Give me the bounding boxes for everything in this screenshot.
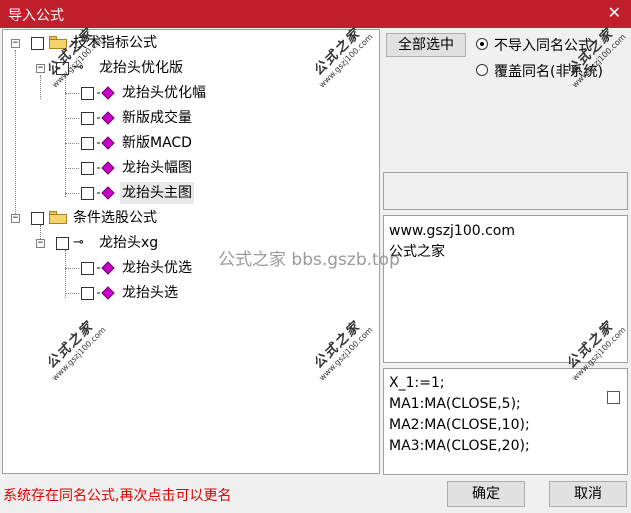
status-message: 系统存在同名公式,再次点击可以更名: [3, 488, 232, 504]
node-checkbox[interactable]: [81, 112, 94, 125]
collapse-icon[interactable]: −: [11, 214, 20, 223]
tree-leaf[interactable]: 龙抬头优选: [3, 257, 373, 279]
node-label: 技术指标公式: [73, 35, 157, 51]
node-checkbox[interactable]: [56, 62, 69, 75]
formula-diamond-icon: [97, 161, 115, 175]
node-checkbox[interactable]: [81, 137, 94, 150]
tree-leaf[interactable]: 龙抬头选: [3, 282, 373, 304]
description-line: www.gszj100.com: [389, 223, 516, 239]
folder-icon: [49, 36, 67, 49]
code-line: X_1:=1;: [389, 375, 445, 391]
node-label: 龙抬头优化版: [99, 60, 183, 76]
code-line: MA1:MA(CLOSE,5);: [389, 396, 521, 412]
code-line: MA2:MA(CLOSE,10);: [389, 417, 530, 433]
collapse-icon[interactable]: −: [36, 64, 45, 73]
no-import-label: 不导入同名公式: [494, 38, 592, 54]
node-checkbox[interactable]: [31, 37, 44, 50]
tree-node-formula-group[interactable]: − ⊸ 龙抬头优化版: [3, 57, 373, 79]
node-checkbox[interactable]: [81, 287, 94, 300]
formula-diamond-icon: [97, 136, 115, 150]
code-checkbox[interactable]: [607, 391, 620, 404]
tree-node-category[interactable]: − 技术指标公式: [3, 32, 373, 54]
node-label: 龙抬头主图: [120, 182, 194, 204]
window-title: 导入公式: [8, 8, 64, 24]
node-label: 龙抬头优选: [122, 260, 192, 276]
formula-diamond-icon: [97, 286, 115, 300]
node-checkbox[interactable]: [81, 162, 94, 175]
node-label: 龙抬头优化幅: [122, 85, 206, 101]
tree-node-formula-group[interactable]: − ⊸ 龙抬头xg: [3, 232, 373, 254]
node-label: 条件选股公式: [73, 210, 157, 226]
cancel-button[interactable]: 取消: [549, 481, 627, 507]
collapse-icon[interactable]: −: [11, 39, 20, 48]
overwrite-label: 覆盖同名(非系统): [494, 64, 603, 80]
tree-leaf[interactable]: 龙抬头幅图: [3, 157, 373, 179]
tree-leaf[interactable]: 龙抬头优化幅: [3, 82, 373, 104]
node-checkbox[interactable]: [31, 212, 44, 225]
select-all-button[interactable]: 全部选中: [386, 33, 466, 57]
title-bar: 导入公式 ✕: [0, 0, 631, 28]
node-checkbox[interactable]: [81, 187, 94, 200]
node-checkbox[interactable]: [81, 262, 94, 275]
node-label: 龙抬头xg: [99, 235, 159, 251]
no-import-radio[interactable]: [476, 38, 488, 50]
node-checkbox[interactable]: [81, 87, 94, 100]
node-label: 龙抬头幅图: [122, 160, 192, 176]
tree-leaf[interactable]: 新版成交量: [3, 107, 373, 129]
node-label: 新版MACD: [122, 135, 192, 151]
formula-diamond-icon: [97, 261, 115, 275]
collapse-icon[interactable]: −: [36, 239, 45, 248]
code-panel[interactable]: X_1:=1; MA1:MA(CLOSE,5); MA2:MA(CLOSE,10…: [383, 368, 628, 475]
info-area: [383, 172, 628, 210]
node-checkbox[interactable]: [56, 237, 69, 250]
close-icon[interactable]: ✕: [608, 3, 621, 22]
formula-diamond-icon: [97, 86, 115, 100]
formula-tree[interactable]: − 技术指标公式 − ⊸ 龙抬头优化版 龙抬头优化幅 新版成交量 新版MACD …: [2, 29, 380, 474]
folder-icon: [49, 211, 67, 224]
description-panel[interactable]: www.gszj100.com 公式之家: [383, 215, 628, 363]
description-line: 公式之家: [389, 244, 445, 260]
code-line: MA3:MA(CLOSE,20);: [389, 438, 530, 454]
ok-button[interactable]: 确定: [447, 481, 525, 507]
tree-leaf-selected[interactable]: 龙抬头主图: [3, 182, 373, 204]
tree-leaf[interactable]: 新版MACD: [3, 132, 373, 154]
key-icon: ⊸: [73, 60, 84, 75]
key-icon: ⊸: [73, 235, 84, 250]
node-label: 龙抬头选: [122, 285, 178, 301]
tree-node-category[interactable]: − 条件选股公式: [3, 207, 373, 229]
node-label: 新版成交量: [122, 110, 192, 126]
formula-diamond-icon: [97, 186, 115, 200]
formula-diamond-icon: [97, 111, 115, 125]
overwrite-radio[interactable]: [476, 64, 488, 76]
